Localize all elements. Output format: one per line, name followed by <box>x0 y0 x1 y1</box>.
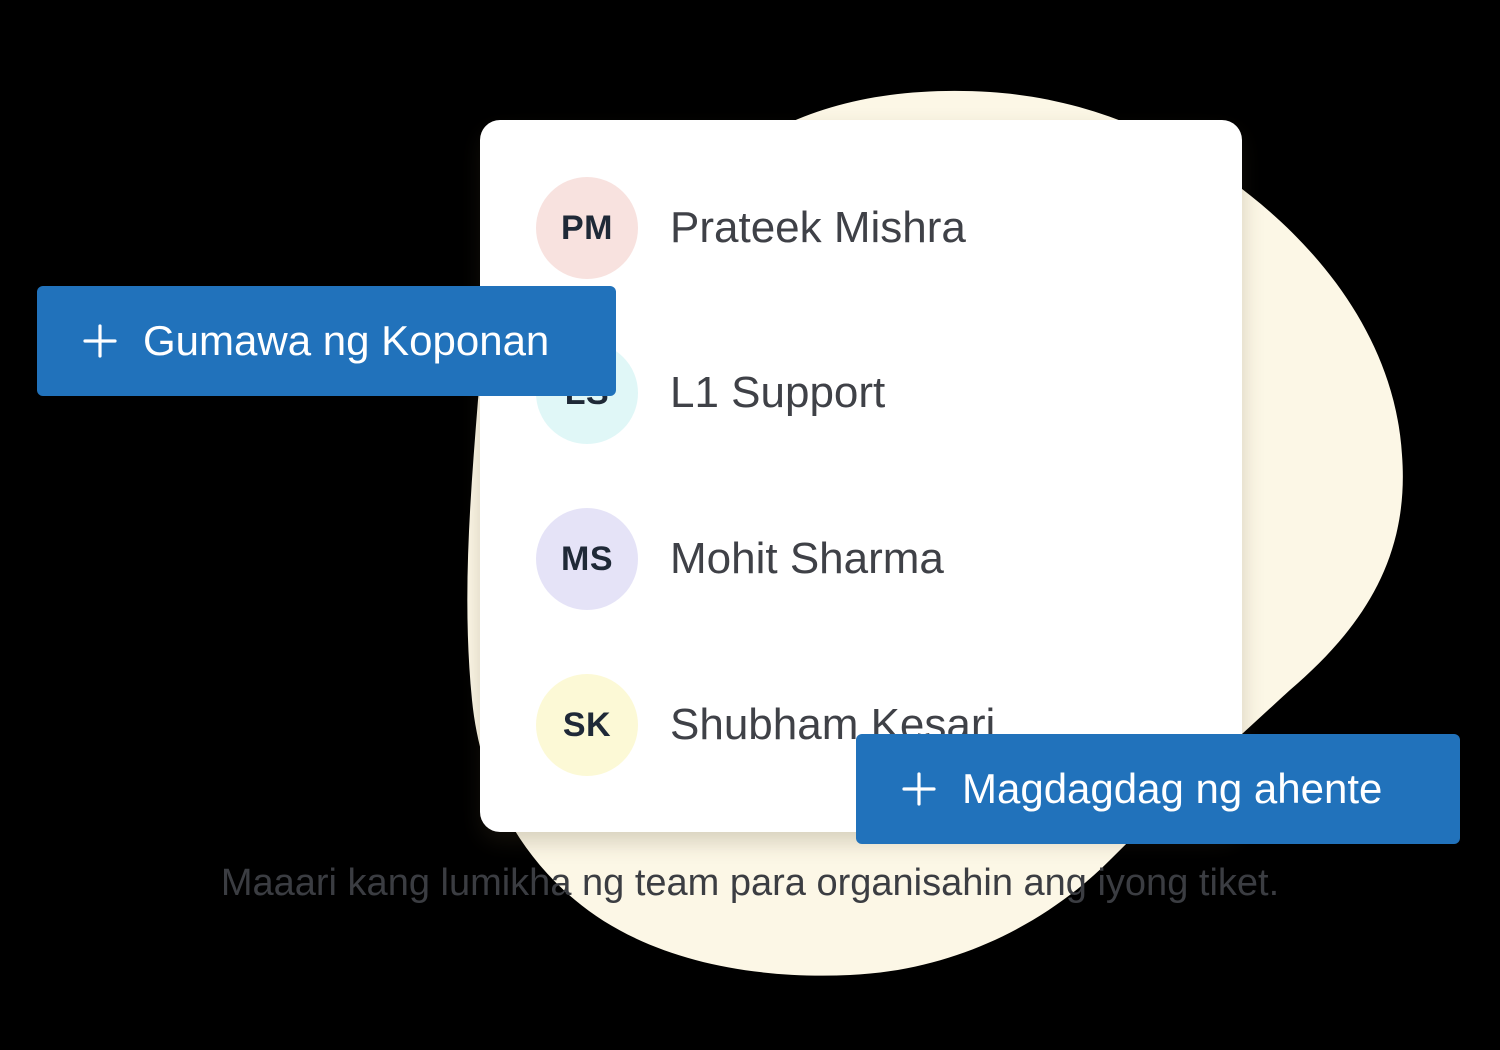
plus-icon <box>83 324 117 358</box>
add-agent-button[interactable]: Magdagdag ng ahente <box>856 734 1460 844</box>
avatar: PM <box>536 177 638 279</box>
member-name: Mohit Sharma <box>670 534 944 583</box>
create-team-button[interactable]: Gumawa ng Koponan <box>37 286 616 396</box>
team-member-card: PM Prateek Mishra LS L1 Support MS Mohit… <box>480 120 1242 832</box>
member-name: L1 Support <box>670 368 886 417</box>
create-team-label: Gumawa ng Koponan <box>143 317 550 364</box>
avatar: SK <box>536 674 638 776</box>
plus-icon <box>902 772 936 806</box>
add-agent-label: Magdagdag ng ahente <box>962 765 1383 812</box>
avatar: MS <box>536 508 638 610</box>
caption-text: Maaari kang lumikha ng team para organis… <box>220 862 1280 904</box>
list-item[interactable]: PM Prateek Mishra <box>536 177 966 279</box>
member-name: Prateek Mishra <box>670 203 966 252</box>
list-item[interactable]: MS Mohit Sharma <box>536 508 944 610</box>
